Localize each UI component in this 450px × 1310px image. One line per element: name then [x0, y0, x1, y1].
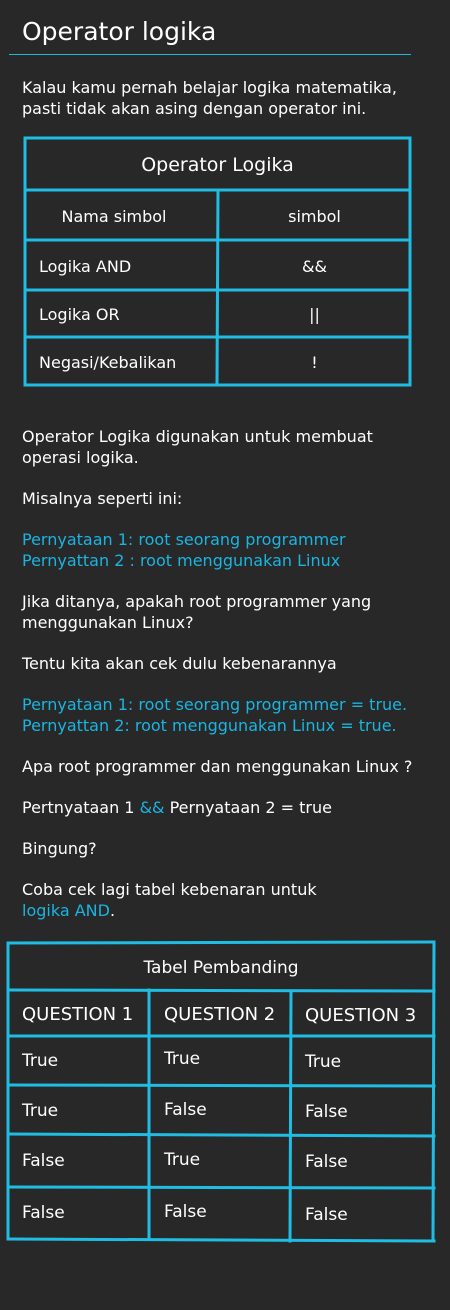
and-operator: &&	[139, 798, 165, 817]
statements-example: Pernyataan 1: root seorang programmer Pe…	[22, 529, 346, 571]
expression-paragraph: Pertnyataan 1 && Pernyataan 2 = true	[22, 797, 332, 818]
expression-left: Pertnyataan 1	[22, 798, 140, 817]
operator-line-2: operasi logika.	[22, 448, 139, 467]
question-line-2: menggunakan Linux?	[22, 613, 194, 632]
title-divider	[9, 54, 411, 55]
table-cell: ||	[309, 305, 320, 324]
misalnya-paragraph: Misalnya seperti ini:	[22, 489, 183, 508]
table-cell: True	[164, 1049, 201, 1069]
operator-logika-table: Operator Logika Nama simbol simbol Logik…	[23, 136, 412, 387]
table-cell: Logika OR	[39, 305, 120, 324]
page-title: Operator logika	[22, 17, 217, 46]
column-header-question-3: QUESTION 3	[305, 1004, 417, 1026]
table-cell: !	[311, 352, 318, 372]
coba-paragraph: Coba cek lagi tabel kebenaran untuk logi…	[22, 879, 317, 921]
tentu-paragraph: Tentu kita akan cek dulu kebenarannya	[22, 654, 337, 673]
table-cell: False	[305, 1152, 348, 1172]
intro-paragraph: Kalau kamu pernah belajar logika matemat…	[22, 77, 397, 119]
table-cell: False	[305, 1205, 348, 1225]
operator-paragraph: Operator Logika digunakan untuk membuat …	[22, 426, 373, 468]
table-cell: True	[22, 1051, 59, 1071]
expression-right: Pernyataan 2 = true	[164, 798, 332, 817]
column-header-symbol: simbol	[288, 206, 341, 226]
table-cell: True	[164, 1150, 201, 1170]
coba-line-2: logika AND.	[22, 900, 317, 921]
intro-line-1: Kalau kamu pernah belajar logika matemat…	[22, 78, 397, 97]
intro-line-2: pasti tidak akan asing dengan operator i…	[22, 99, 367, 118]
table-caption: Operator Logika	[141, 153, 294, 176]
operator-line-1: Operator Logika digunakan untuk membuat	[22, 427, 373, 446]
question-paragraph: Jika ditanya, apakah root programmer yan…	[22, 591, 371, 633]
table-cell: Logika AND	[39, 256, 132, 276]
column-header-question-1: QUESTION 1	[22, 1003, 134, 1025]
column-header-name: Nama simbol	[61, 206, 167, 226]
bingung-paragraph: Bingung?	[22, 839, 97, 858]
statement-1: Pernyataan 1: root seorang programmer	[22, 530, 346, 549]
table-cell: False	[164, 1100, 207, 1120]
coba-line-1: Coba cek lagi tabel kebenaran untuk	[22, 880, 317, 899]
tabel-pembanding: Tabel Pembanding QUESTION 1 QUESTION 2 Q…	[6, 940, 436, 1243]
statement-2-true: Pernyattan 2: root menggunakan Linux = t…	[22, 716, 397, 735]
table-cell: False	[164, 1202, 207, 1222]
period: .	[109, 901, 116, 920]
table-cell: False	[305, 1102, 348, 1122]
statements-evaluated: Pernyataan 1: root seorang programmer = …	[22, 694, 407, 736]
table-cell: False	[22, 1203, 65, 1223]
statement-2: Pernyattan 2 : root menggunakan Linux	[22, 551, 341, 570]
column-header-question-2: QUESTION 2	[164, 1003, 276, 1025]
table-cell: True	[305, 1052, 342, 1072]
statement-1-true: Pernyataan 1: root seorang programmer = …	[22, 695, 408, 714]
table-caption: Tabel Pembanding	[143, 957, 299, 978]
table-cell: &&	[302, 256, 327, 276]
table-cell: Negasi/Kebalikan	[39, 352, 177, 372]
table-cell: True	[22, 1101, 59, 1121]
table-cell: False	[22, 1151, 65, 1171]
logika-and-link[interactable]: logika AND	[22, 901, 110, 920]
question-line-1: Jika ditanya, apakah root programmer yan…	[22, 592, 372, 611]
apa-paragraph: Apa root programmer dan menggunakan Linu…	[22, 757, 413, 776]
